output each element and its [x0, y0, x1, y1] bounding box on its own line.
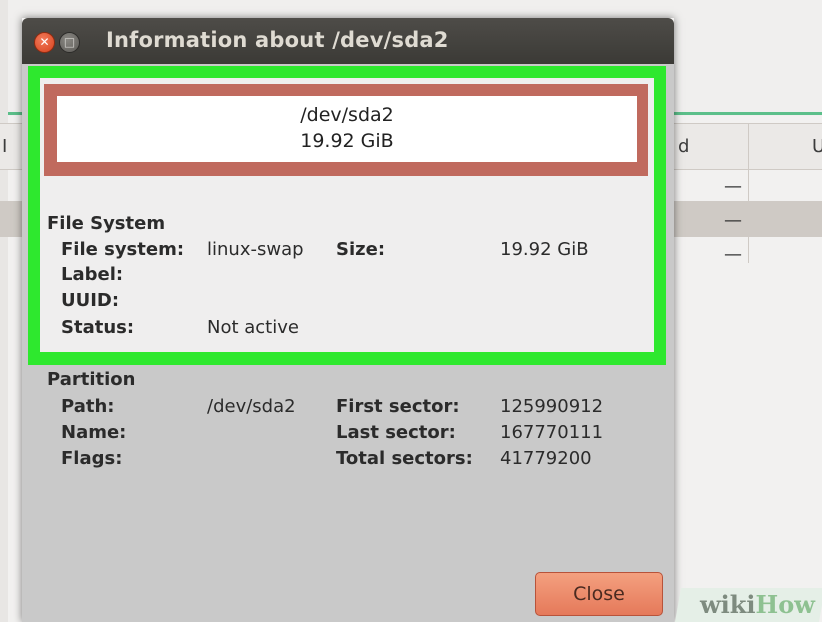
- background-header-mid: d: [678, 136, 690, 157]
- file-system-section-title: File System: [47, 213, 166, 234]
- device-name: /dev/sda2: [300, 104, 394, 126]
- background-dash: —: [724, 244, 742, 265]
- size-label: Size:: [336, 239, 386, 260]
- path-value: /dev/sda2: [207, 396, 296, 417]
- background-header-left: I: [2, 136, 8, 157]
- first-sector-label: First sector:: [336, 396, 460, 417]
- first-sector-value: 125990912: [500, 396, 604, 417]
- watermark-part1: wiki: [700, 590, 756, 619]
- device-size: 19.92 GiB: [300, 130, 394, 152]
- background-column-line: [748, 168, 749, 263]
- background-column-separator: [748, 123, 749, 170]
- total-sectors-label: Total sectors:: [336, 448, 473, 469]
- watermark-logo: wikiHow: [700, 590, 815, 619]
- path-label: Path:: [61, 396, 115, 417]
- label-label: Label:: [61, 264, 124, 285]
- watermark-part2: How: [755, 590, 815, 619]
- flags-label: Flags:: [61, 448, 123, 469]
- uuid-label: UUID:: [61, 290, 120, 311]
- status-label: Status:: [61, 317, 135, 338]
- last-sector-label: Last sector:: [336, 422, 456, 443]
- name-label: Name:: [61, 422, 127, 443]
- close-window-icon[interactable]: ✕: [34, 32, 55, 53]
- device-graphic: /dev/sda2 19.92 GiB: [57, 96, 637, 162]
- total-sectors-value: 41779200: [500, 448, 592, 469]
- dialog-titlebar[interactable]: ✕ □ Information about /dev/sda2: [22, 18, 674, 64]
- background-dash: —: [724, 210, 742, 231]
- dialog-title: Information about /dev/sda2: [106, 28, 449, 52]
- file-system-value: linux-swap: [207, 239, 304, 260]
- background-left-edge: [0, 0, 8, 622]
- size-value: 19.92 GiB: [500, 239, 589, 260]
- close-button[interactable]: Close: [535, 572, 663, 616]
- last-sector-value: 167770111: [500, 422, 604, 443]
- background-dash: —: [724, 176, 742, 197]
- status-value: Not active: [207, 317, 299, 338]
- file-system-label: File system:: [61, 239, 185, 260]
- minimize-window-icon[interactable]: □: [59, 32, 80, 53]
- background-header-right: U: [812, 136, 822, 157]
- partition-section-title: Partition: [47, 369, 136, 390]
